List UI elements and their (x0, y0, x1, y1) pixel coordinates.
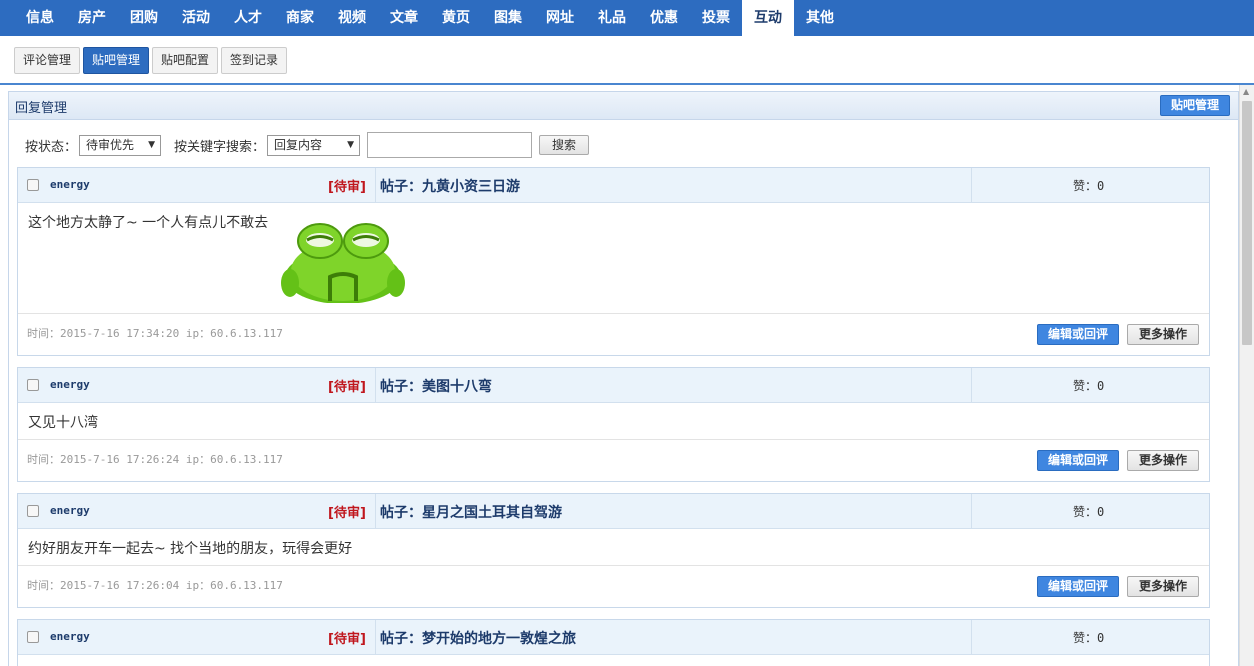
reply-footer: 时间：2015-7-16 17:26:04 ip：60.6.13.117 编辑或… (18, 566, 1209, 607)
header-divider (971, 620, 972, 655)
header-divider (375, 620, 376, 655)
dropdown-arrow-icon: ▼ (148, 139, 156, 150)
subnav-comment-manage[interactable]: 评论管理 (14, 47, 81, 74)
reply-card-header: energy [待审] 帖子：美图十八弯 赞：0 (18, 368, 1209, 403)
status-select[interactable]: 待审优先 ▼ (79, 134, 162, 156)
reply-content: 约好朋友开车一起去~ 找个当地的朋友，玩得会更好 (18, 529, 1209, 566)
select-checkbox[interactable] (27, 179, 39, 191)
nav-item-coupon[interactable]: 优惠 (638, 0, 690, 36)
edit-reply-button[interactable]: 编辑或回评 (1036, 324, 1119, 345)
status-select-value: 待审优先 (86, 137, 135, 152)
reply-username[interactable]: energy (50, 178, 90, 191)
select-checkbox[interactable] (27, 505, 39, 517)
nav-item-gallery[interactable]: 图集 (482, 0, 534, 36)
nav-item-yellowpage[interactable]: 黄页 (430, 0, 482, 36)
nav-item-vote[interactable]: 投票 (690, 0, 742, 36)
reply-card: energy [待审] 帖子：梦开始的地方一敦煌之旅 赞：0 (17, 619, 1210, 666)
more-actions-button[interactable]: 更多操作 (1126, 450, 1199, 471)
reply-meta: 时间：2015-7-16 17:34:20 ip：60.6.13.117 (27, 327, 283, 340)
status-filter-label: 按状态： (25, 139, 78, 155)
reply-content: 这个地方太静了~ 一个人有点儿不敢去 (18, 203, 1209, 314)
reply-card: energy [待审] 帖子：星月之国土耳其自驾游 赞：0 约好朋友开车一起去~… (17, 493, 1210, 608)
reply-card-header: energy [待审] 帖子：星月之国土耳其自驾游 赞：0 (18, 494, 1209, 529)
reply-content-text: 又见十八湾 (28, 415, 98, 431)
reply-likes: 赞：0 (1073, 631, 1105, 645)
reply-footer: 时间：2015-7-16 17:34:20 ip：60.6.13.117 编辑或… (18, 314, 1209, 355)
reply-username[interactable]: energy (50, 378, 90, 391)
header-divider (375, 494, 376, 529)
more-actions-button[interactable]: 更多操作 (1126, 324, 1199, 345)
reply-post-title[interactable]: 帖子：九黄小资三日游 (380, 176, 520, 196)
reply-status-badge: [待审] (328, 180, 366, 195)
header-divider (375, 168, 376, 203)
reply-status-badge: [待审] (328, 632, 366, 647)
reply-content: 又见十八湾 (18, 403, 1209, 440)
reply-footer: 时间：2015-7-16 17:26:24 ip：60.6.13.117 编辑或… (18, 440, 1209, 481)
reply-post-title[interactable]: 帖子：星月之国土耳其自驾游 (380, 502, 562, 522)
nav-item-groupbuy[interactable]: 团购 (118, 0, 170, 36)
reply-meta: 时间：2015-7-16 17:26:04 ip：60.6.13.117 (27, 579, 283, 592)
reply-post-title[interactable]: 帖子：梦开始的地方一敦煌之旅 (380, 628, 576, 648)
select-checkbox[interactable] (27, 379, 39, 391)
header-divider (971, 368, 972, 403)
reply-card-header: energy [待审] 帖子：九黄小资三日游 赞：0 (18, 168, 1209, 203)
reply-likes: 赞：0 (1073, 379, 1105, 393)
frog-emoticon-icon (281, 223, 405, 303)
dropdown-arrow-icon: ▼ (347, 139, 355, 150)
search-input[interactable] (367, 132, 533, 158)
subnav-forum-config[interactable]: 贴吧配置 (152, 47, 219, 74)
more-actions-button[interactable]: 更多操作 (1126, 576, 1199, 597)
reply-status-badge: [待审] (328, 506, 366, 521)
subnav-checkin-records[interactable]: 签到记录 (221, 47, 288, 74)
subnav-forum-manage[interactable]: 贴吧管理 (83, 47, 150, 74)
reply-card: energy [待审] 帖子：美图十八弯 赞：0 又见十八湾 时间：2015-7… (17, 367, 1210, 482)
top-nav: 信息 房产 团购 活动 人才 商家 视频 文章 黄页 图集 网址 礼品 优惠 投… (0, 0, 1254, 36)
nav-item-websites[interactable]: 网址 (534, 0, 586, 36)
reply-likes: 赞：0 (1073, 505, 1105, 519)
nav-item-talent[interactable]: 人才 (222, 0, 274, 36)
nav-item-other[interactable]: 其他 (794, 0, 846, 36)
edit-reply-button[interactable]: 编辑或回评 (1036, 576, 1119, 597)
header-divider (375, 368, 376, 403)
reply-likes: 赞：0 (1073, 179, 1105, 193)
reply-status-badge: [待审] (328, 380, 366, 395)
nav-item-video[interactable]: 视频 (326, 0, 378, 36)
panel-title: 回复管理 (15, 101, 68, 116)
keyword-field-value: 回复内容 (274, 137, 323, 152)
nav-item-article[interactable]: 文章 (378, 0, 430, 36)
reply-username[interactable]: energy (50, 630, 90, 643)
nav-item-activity[interactable]: 活动 (170, 0, 222, 36)
reply-username[interactable]: energy (50, 504, 90, 517)
nav-item-gift[interactable]: 礼品 (586, 0, 638, 36)
filter-bar: 按状态： 待审优先 ▼ 按关键字搜索： 回复内容 ▼ 搜索 (25, 132, 590, 158)
reply-content-text: 这个地方太静了~ 一个人有点儿不敢去 (28, 215, 269, 231)
select-checkbox[interactable] (27, 631, 39, 643)
reply-content-text: 约好朋友开车一起去~ 找个当地的朋友，玩得会更好 (28, 541, 353, 557)
edit-reply-button[interactable]: 编辑或回评 (1036, 450, 1119, 471)
nav-item-interaction[interactable]: 互动 (742, 0, 794, 36)
nav-item-merchant[interactable]: 商家 (274, 0, 326, 36)
scrollbar-thumb[interactable] (1242, 101, 1252, 345)
search-button[interactable]: 搜索 (539, 135, 590, 155)
nav-item-info[interactable]: 信息 (14, 0, 66, 36)
scroll-up-arrow-icon[interactable]: ▲ (1243, 87, 1249, 96)
reply-meta: 时间：2015-7-16 17:26:24 ip：60.6.13.117 (27, 453, 283, 466)
header-divider (971, 494, 972, 529)
forum-manage-button[interactable]: 贴吧管理 (1159, 95, 1230, 116)
sub-nav: 评论管理 贴吧管理 贴吧配置 签到记录 (0, 36, 1254, 85)
reply-card: energy [待审] 帖子：九黄小资三日游 赞：0 这个地方太静了~ 一个人有… (17, 167, 1210, 356)
reply-post-title[interactable]: 帖子：美图十八弯 (380, 376, 492, 396)
keyword-filter-label: 按关键字搜索： (174, 139, 266, 155)
keyword-field-select[interactable]: 回复内容 ▼ (267, 134, 361, 156)
reply-card-header: energy [待审] 帖子：梦开始的地方一敦煌之旅 赞：0 (18, 620, 1209, 655)
header-divider (971, 168, 972, 203)
nav-item-house[interactable]: 房产 (66, 0, 118, 36)
panel-header: 回复管理 贴吧管理 (9, 92, 1238, 120)
page-scrollbar[interactable]: ▲ (1239, 85, 1254, 666)
